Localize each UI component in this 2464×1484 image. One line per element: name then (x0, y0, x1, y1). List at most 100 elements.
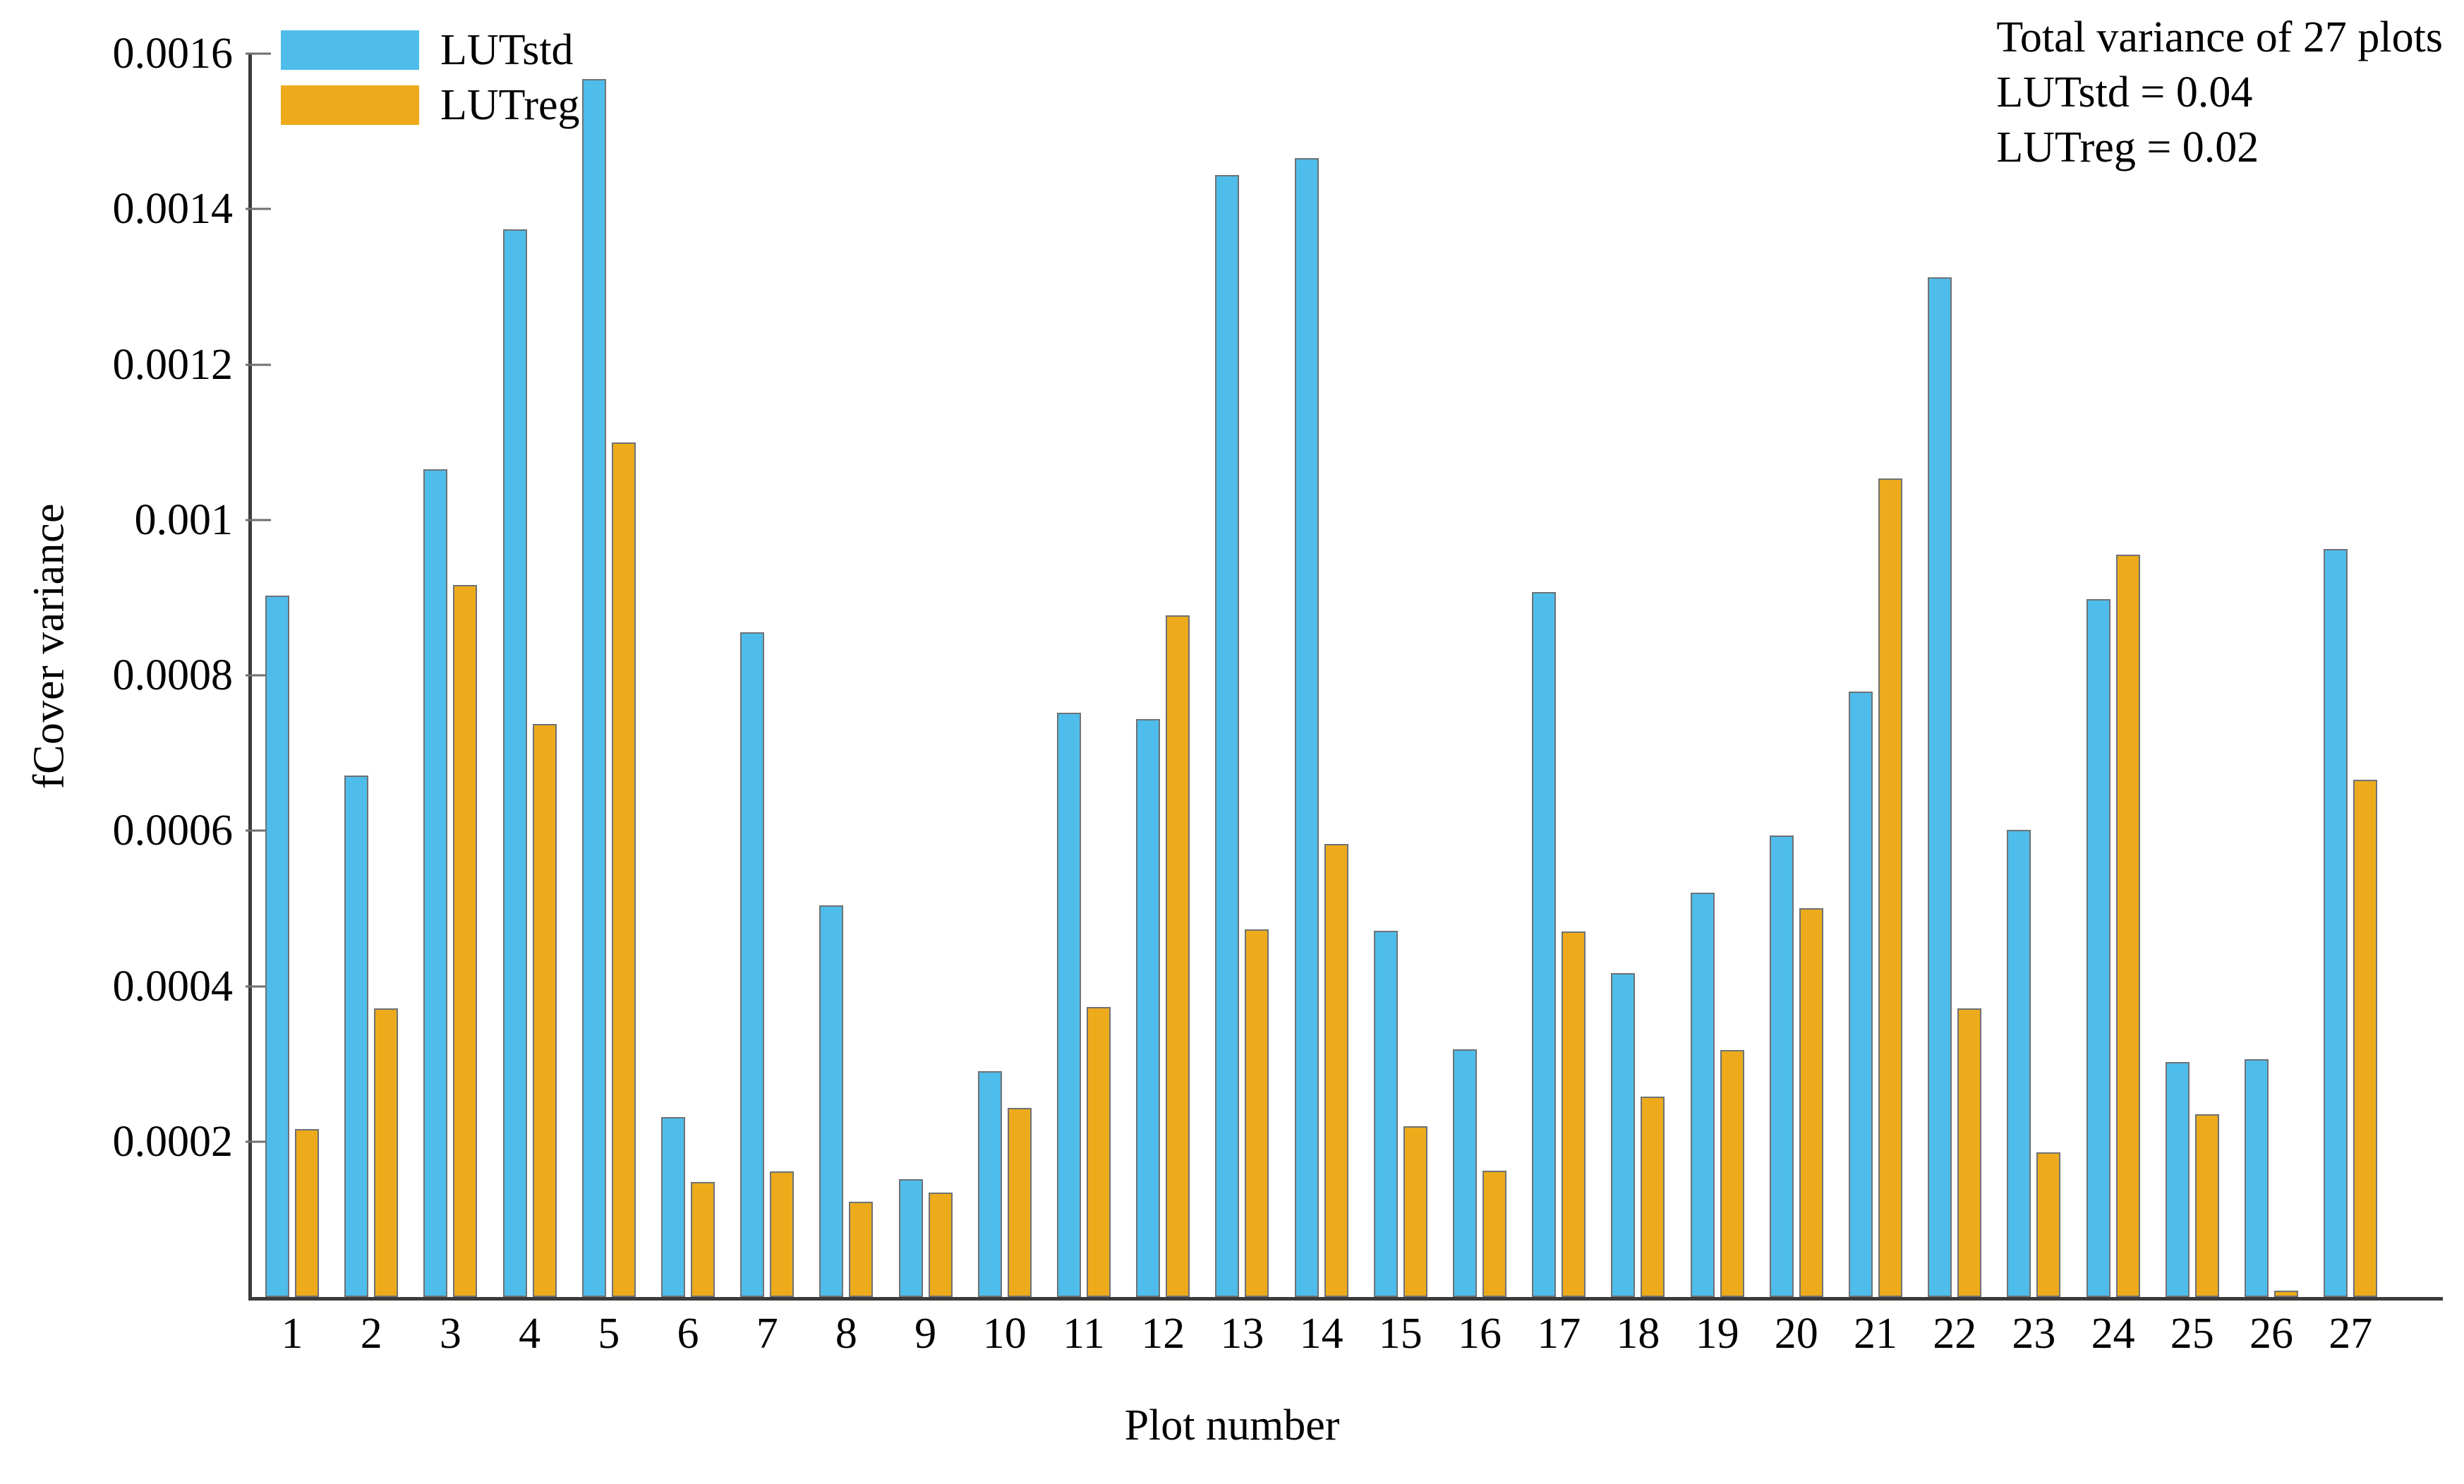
bar-lutreg-plot-16[interactable] (1482, 1170, 1506, 1297)
bar-group (1215, 54, 1269, 1297)
bar-lutstd-plot-17[interactable] (1532, 592, 1557, 1297)
y-tick-label: 0.0008 (112, 651, 234, 699)
bar-group (2007, 54, 2061, 1297)
bar-lutstd-plot-16[interactable] (1453, 1049, 1477, 1297)
x-tick-label: 11 (1063, 1310, 1105, 1358)
bar-group (2165, 54, 2219, 1297)
bar-group (1769, 54, 1823, 1297)
bar-lutstd-plot-18[interactable] (1611, 972, 1636, 1297)
annotation-line-lutstd: LUTstd = 0.04 (1996, 68, 2253, 116)
bar-group (740, 54, 795, 1297)
bar-lutreg-plot-24[interactable] (2115, 555, 2140, 1297)
bar-group (502, 54, 557, 1297)
bar-lutstd-plot-5[interactable] (581, 79, 606, 1297)
bar-lutreg-plot-23[interactable] (2036, 1152, 2061, 1297)
x-axis-tick-labels: 1 2 3 4 5 6 7 8 9 10 11 12 13 14 15 16 17 18 19 20 21 22 23 24 2… (248, 1309, 2443, 1373)
x-tick-label: 21 (1854, 1310, 1897, 1358)
total-variance-annotation: Total variance of 27 plots LUTstd = 0.04… (1996, 10, 2443, 175)
bar-lutstd-plot-21[interactable] (1849, 692, 1873, 1297)
bar-group (1532, 54, 1586, 1297)
bar-lutreg-plot-5[interactable] (611, 442, 636, 1297)
bar-lutreg-plot-25[interactable] (2194, 1114, 2219, 1297)
bar-lutreg-plot-4[interactable] (532, 724, 557, 1297)
bar-lutreg-plot-15[interactable] (1403, 1126, 1427, 1297)
bar-group (2086, 54, 2140, 1297)
bar-lutstd-plot-24[interactable] (2086, 599, 2110, 1297)
bar-lutreg-plot-17[interactable] (1562, 931, 1586, 1297)
bar-lutreg-plot-1[interactable] (295, 1129, 319, 1297)
bar-lutstd-plot-25[interactable] (2165, 1062, 2190, 1297)
y-tick-label: 0.0012 (112, 340, 234, 389)
bar-group (1611, 54, 1665, 1297)
bar-lutstd-plot-19[interactable] (1690, 893, 1715, 1297)
y-tick-label: 0.0016 (112, 30, 234, 78)
annotation-line-lutreg: LUTreg = 0.02 (1996, 123, 2259, 171)
x-tick-label: 1 (281, 1310, 303, 1358)
bar-lutstd-plot-9[interactable] (898, 1178, 923, 1297)
legend-item-lutreg[interactable]: LUTreg (281, 83, 580, 127)
bar-lutstd-plot-13[interactable] (1215, 174, 1240, 1297)
x-tick-label: 26 (2249, 1310, 2293, 1358)
bar-lutreg-plot-21[interactable] (1878, 478, 1902, 1297)
x-tick-label: 7 (756, 1310, 778, 1358)
x-tick-label: 16 (1458, 1310, 1502, 1358)
y-tick-label: 0.0014 (112, 185, 234, 234)
legend-label-lutstd: LUTstd (440, 26, 574, 74)
bar-group (2245, 54, 2298, 1297)
bar-lutstd-plot-1[interactable] (265, 595, 289, 1297)
bar-group (265, 54, 319, 1297)
bar-lutreg-plot-19[interactable] (1720, 1049, 1744, 1297)
bar-lutstd-plot-6[interactable] (661, 1116, 685, 1297)
bar-group (898, 54, 953, 1297)
legend-label-lutreg: LUTreg (440, 81, 580, 129)
y-tick-label: 0.0006 (112, 807, 234, 855)
bar-lutstd-plot-2[interactable] (344, 776, 369, 1297)
x-tick-label: 9 (914, 1310, 937, 1358)
bar-lutreg-plot-20[interactable] (1799, 908, 1823, 1297)
bar-lutstd-plot-8[interactable] (819, 905, 844, 1297)
x-tick-label: 27 (2329, 1310, 2373, 1358)
bar-lutstd-plot-15[interactable] (1373, 931, 1398, 1297)
y-tick-label: 0.0002 (112, 1117, 234, 1166)
bar-lutreg-plot-18[interactable] (1641, 1096, 1665, 1297)
bar-lutstd-plot-23[interactable] (2007, 830, 2031, 1297)
bar-lutreg-plot-14[interactable] (1324, 843, 1348, 1297)
bar-lutstd-plot-4[interactable] (502, 229, 527, 1297)
bar-group (1690, 54, 1744, 1297)
bar-lutreg-plot-12[interactable] (1166, 615, 1190, 1297)
bar-lutstd-plot-26[interactable] (2245, 1059, 2269, 1297)
bar-lutstd-plot-14[interactable] (1294, 157, 1319, 1297)
bar-lutstd-plot-3[interactable] (423, 469, 448, 1297)
bar-lutstd-plot-22[interactable] (1928, 277, 1952, 1297)
bar-group (344, 54, 399, 1297)
bars-layer (248, 54, 2443, 1297)
bar-lutreg-plot-7[interactable] (770, 1171, 795, 1297)
bar-lutstd-plot-10[interactable] (977, 1070, 1002, 1297)
bar-lutreg-plot-9[interactable] (928, 1193, 953, 1297)
bar-lutreg-plot-27[interactable] (2353, 779, 2378, 1297)
bar-lutreg-plot-26[interactable] (2274, 1291, 2298, 1297)
legend-item-lutstd[interactable]: LUTstd (281, 28, 580, 72)
bar-group (1373, 54, 1427, 1297)
legend-swatch-lutstd (281, 30, 419, 70)
bar-lutreg-plot-13[interactable] (1245, 929, 1269, 1297)
x-tick-label: 3 (439, 1310, 461, 1358)
plot-area (246, 52, 2443, 1301)
bar-lutreg-plot-22[interactable] (1957, 1008, 1982, 1297)
bar-lutreg-plot-11[interactable] (1087, 1007, 1111, 1297)
x-tick-label: 25 (2170, 1310, 2214, 1358)
x-tick-label: 20 (1774, 1310, 1818, 1358)
x-tick-label: 22 (1933, 1310, 1977, 1358)
bar-lutreg-plot-8[interactable] (849, 1201, 874, 1297)
bar-lutstd-plot-12[interactable] (1136, 718, 1161, 1297)
bar-lutstd-plot-27[interactable] (2324, 548, 2348, 1297)
x-tick-label: 12 (1141, 1310, 1185, 1358)
bar-lutreg-plot-10[interactable] (1007, 1108, 1032, 1297)
bar-lutstd-plot-11[interactable] (1057, 712, 1081, 1297)
bar-lutreg-plot-2[interactable] (374, 1008, 399, 1297)
bar-lutstd-plot-7[interactable] (740, 632, 765, 1297)
bar-lutreg-plot-6[interactable] (691, 1182, 715, 1297)
bar-lutstd-plot-20[interactable] (1769, 835, 1794, 1297)
x-tick-label: 15 (1378, 1310, 1423, 1358)
bar-lutreg-plot-3[interactable] (453, 585, 478, 1297)
